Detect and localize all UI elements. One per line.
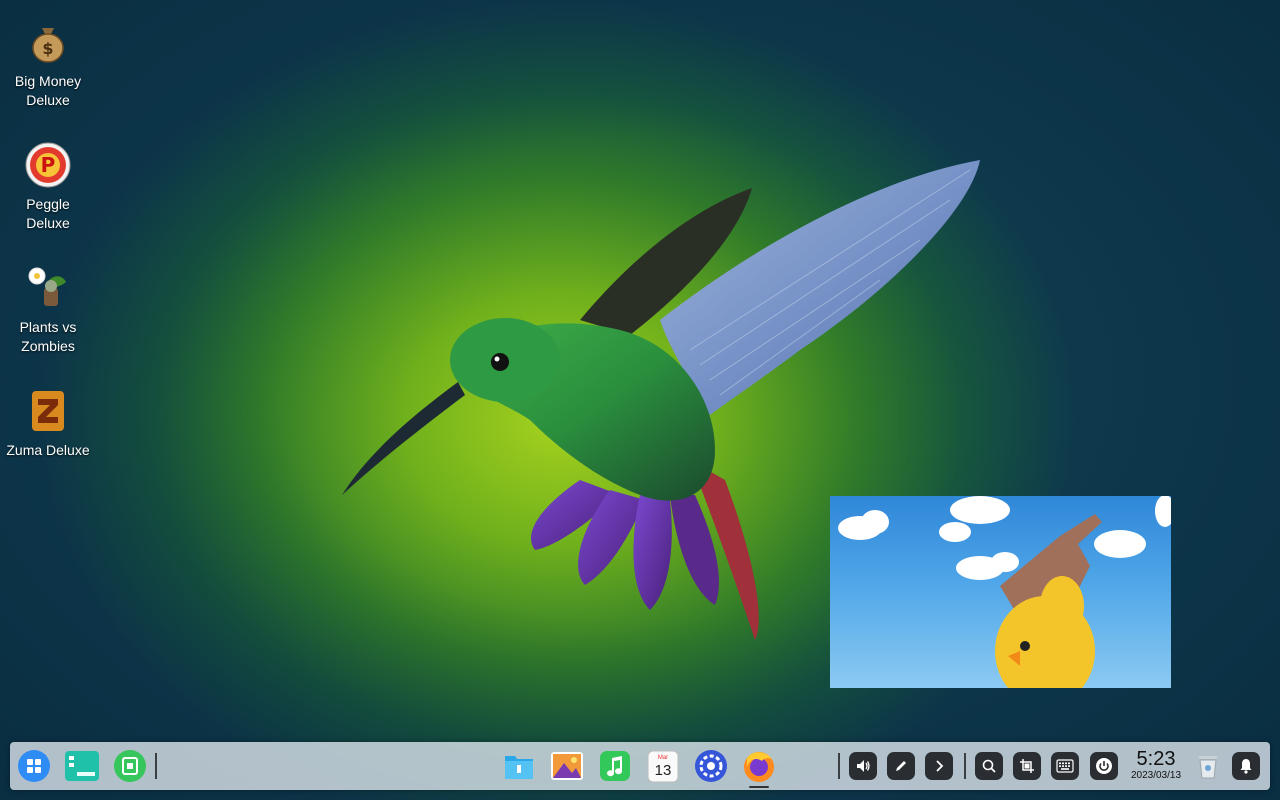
firefox-button[interactable] [741, 748, 777, 784]
trash-icon [1199, 756, 1217, 779]
multitask-view-icon [65, 751, 99, 781]
volume-button[interactable] [849, 752, 877, 780]
desktop-icon-plants-vs-zombies[interactable]: Plants vs Zombies [0, 260, 96, 383]
money-bag-icon: $ [32, 28, 64, 63]
screenshot-icon [1020, 759, 1034, 773]
pen-button[interactable] [887, 752, 915, 780]
taskbar: Mar 13 5:23 2023/03/13 [10, 742, 1270, 790]
zuma-icon [32, 391, 64, 431]
desktop-icons: $ Big Money Deluxe P Peggle Deluxe Plant… [0, 14, 96, 506]
trash-button[interactable] [1190, 748, 1226, 784]
cartoon-frame [838, 496, 1171, 688]
clock-date: 2023/03/13 [1130, 770, 1182, 781]
music-icon [600, 751, 630, 781]
desktop-icon-zuma-deluxe[interactable]: Zuma Deluxe [0, 383, 96, 506]
desktop-icon-label: Big Money Deluxe [14, 73, 82, 108]
desktop-icon-big-money-deluxe[interactable]: $ Big Money Deluxe [0, 14, 96, 137]
multitask-view-button[interactable] [64, 748, 100, 784]
taskbar-separator [155, 753, 157, 779]
expand-arrow-icon [936, 760, 944, 772]
settings-button[interactable] [693, 748, 729, 784]
clock[interactable]: 5:23 2023/03/13 [1126, 748, 1186, 782]
search-icon [982, 759, 996, 773]
keyboard-icon [1056, 759, 1074, 773]
app-store-icon [114, 750, 146, 782]
svg-text:13: 13 [655, 762, 672, 779]
calendar-button[interactable]: Mar 13 [645, 748, 681, 784]
pen-icon [896, 761, 906, 771]
desktop-icon-peggle-deluxe[interactable]: P Peggle Deluxe [0, 137, 96, 260]
desktop-icon-label: Zuma Deluxe [6, 442, 90, 458]
plants-vs-zombies-icon [28, 267, 66, 306]
file-manager-button[interactable] [501, 748, 537, 784]
calendar-icon: Mar 13 [647, 750, 679, 783]
launcher-button[interactable] [16, 748, 52, 784]
image-viewer-icon [551, 752, 583, 780]
svg-text:$: $ [42, 39, 53, 58]
image-viewer-button[interactable] [549, 748, 585, 784]
power-button[interactable] [1090, 752, 1118, 780]
music-button[interactable] [597, 748, 633, 784]
power-icon [1096, 758, 1112, 774]
notification-bell-icon [1240, 759, 1252, 774]
taskbar-separator [964, 753, 966, 779]
settings-icon [695, 750, 727, 782]
peggle-icon: P [25, 142, 71, 188]
video-preview[interactable] [830, 496, 1171, 688]
clock-time: 5:23 [1136, 748, 1176, 770]
search-button[interactable] [975, 752, 1003, 780]
keyboard-button[interactable] [1051, 752, 1079, 780]
screenshot-button[interactable] [1013, 752, 1041, 780]
taskbar-separator [838, 753, 840, 779]
app-store-button[interactable] [112, 748, 148, 784]
volume-icon [857, 760, 870, 772]
notification-button[interactable] [1232, 752, 1260, 780]
svg-text:P: P [41, 153, 56, 177]
svg-text:Mar: Mar [658, 755, 668, 761]
file-manager-icon [505, 756, 533, 779]
desktop-icon-label: Plants vs Zombies [19, 319, 77, 354]
launcher-icon [18, 750, 50, 782]
active-app-indicator [749, 786, 769, 788]
firefox-icon [744, 752, 774, 782]
desktop-icon-label: Peggle Deluxe [26, 196, 70, 231]
expand-tray-button[interactable] [925, 752, 953, 780]
